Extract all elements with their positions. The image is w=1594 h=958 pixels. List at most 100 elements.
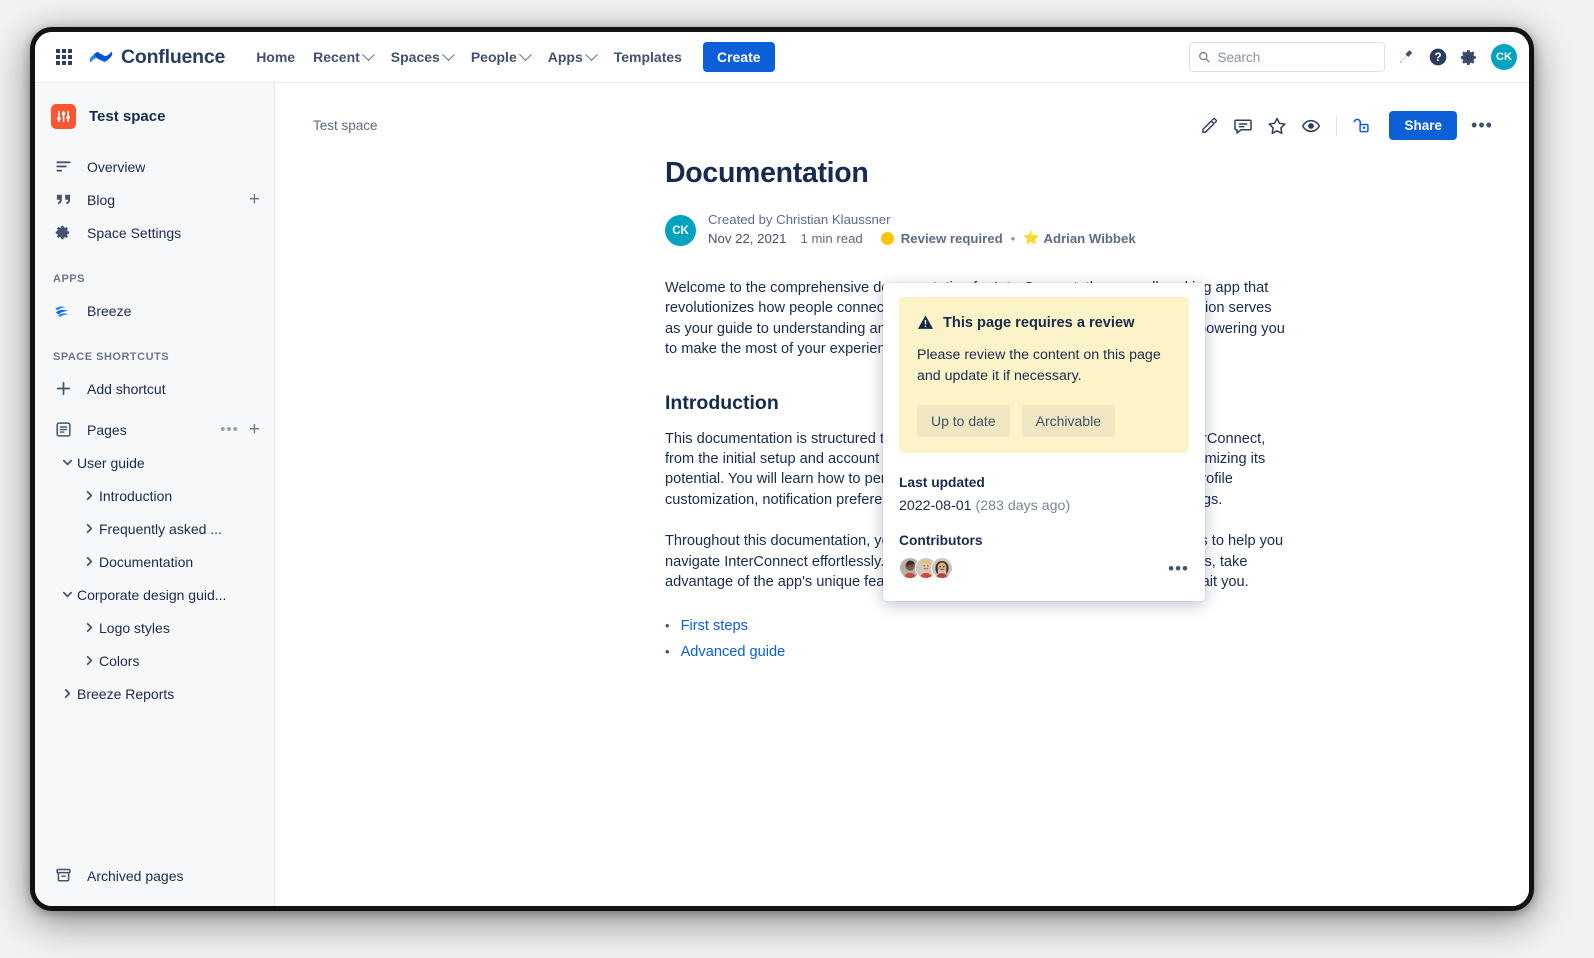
link-advanced-guide[interactable]: Advanced guide <box>681 639 786 665</box>
overview-icon <box>53 158 73 175</box>
nav-item-templates[interactable]: Templates <box>605 43 691 71</box>
sidebar-item-label: Pages <box>87 421 127 438</box>
notifications-icon[interactable] <box>1397 48 1416 67</box>
add-page-icon[interactable]: + <box>249 420 260 439</box>
top-navigation-right-group: ? CK <box>1189 42 1517 72</box>
sidebar-section-space-shortcuts: SPACE SHORTCUTS <box>53 351 170 363</box>
edit-pencil-icon[interactable] <box>1194 111 1224 141</box>
search-input[interactable] <box>1217 49 1376 65</box>
nav-item-apps[interactable]: Apps <box>539 43 605 71</box>
chevron-down-icon <box>518 47 532 61</box>
sidebar-item-label: Add shortcut <box>87 380 166 397</box>
chevron-down-icon <box>584 47 598 61</box>
pages-document-icon <box>53 421 73 438</box>
link-first-steps[interactable]: First steps <box>681 613 748 639</box>
page-toolbar: Test space Share ••• <box>275 83 1529 145</box>
space-avatar-sliders-icon <box>51 104 76 129</box>
plus-icon <box>53 380 73 397</box>
review-banner-description: Please review the content on this page a… <box>917 347 1161 384</box>
tree-item-logo-styles[interactable]: Logo styles <box>35 611 274 644</box>
sidebar-item-label: Blog <box>87 191 116 208</box>
tree-item-label: Breeze Reports <box>77 685 175 702</box>
avatar[interactable]: CK <box>665 215 696 246</box>
sidebar-item-archived-pages[interactable]: Archived pages <box>35 859 274 892</box>
add-blog-icon[interactable]: + <box>249 190 260 209</box>
sidebar-blog-actions: + <box>249 190 260 209</box>
nav-item-home[interactable]: Home <box>247 43 304 71</box>
restrictions-lock-icon[interactable] <box>1347 111 1377 141</box>
last-updated-label: Last updated <box>899 475 985 490</box>
separator-dot: • <box>1010 230 1016 246</box>
up-to-date-button[interactable]: Up to date <box>917 405 1010 437</box>
page-content-area: Test space Share ••• Documentation CK Cr… <box>275 83 1529 906</box>
chevron-right-icon[interactable] <box>79 490 99 501</box>
chevron-down-icon <box>441 47 455 61</box>
page-byline: CK Created by Christian Klaussner Nov 22… <box>665 212 1499 246</box>
space-header[interactable]: Test space <box>35 100 274 129</box>
nav-label: Apps <box>547 49 583 65</box>
confluence-home-link[interactable]: Confluence <box>89 45 225 69</box>
tree-item-colors[interactable]: Colors <box>35 644 274 677</box>
archivable-button[interactable]: Archivable <box>1021 405 1115 437</box>
tree-item-breeze-reports[interactable]: Breeze Reports <box>35 677 274 710</box>
tree-item-frequently-asked[interactable]: Frequently asked ... <box>35 512 274 545</box>
device-frame: Confluence Home Recent Spaces People App… <box>30 27 1534 911</box>
nav-label: Templates <box>613 49 682 65</box>
review-required-banner: This page requires a review Please revie… <box>899 297 1189 453</box>
sidebar-item-breeze[interactable]: Breeze <box>35 294 274 327</box>
comment-icon[interactable] <box>1228 111 1258 141</box>
tree-item-documentation[interactable]: Documentation <box>35 545 274 578</box>
chevron-down-icon[interactable] <box>57 589 77 600</box>
star-icon[interactable] <box>1262 111 1292 141</box>
tree-item-user-guide[interactable]: User guide <box>35 446 274 479</box>
sidebar-item-blog[interactable]: Blog + <box>35 183 274 216</box>
list-item: First steps <box>665 613 1499 639</box>
review-banner-title-row: This page requires a review <box>917 314 1171 331</box>
tree-item-introduction[interactable]: Introduction <box>35 479 274 512</box>
breadcrumb[interactable]: Test space <box>313 118 378 133</box>
search-box[interactable] <box>1189 42 1385 72</box>
status-badge[interactable]: Review required <box>901 231 1003 246</box>
contributors-more-button[interactable]: ••• <box>1168 560 1189 577</box>
nav-item-people[interactable]: People <box>462 43 539 71</box>
grid-apps-icon <box>56 49 72 65</box>
tree-item-corporate-design-guidelines[interactable]: Corporate design guid... <box>35 578 274 611</box>
user-avatar[interactable]: CK <box>1491 44 1517 70</box>
chevron-down-icon[interactable] <box>57 457 77 468</box>
top-navigation-bar: Confluence Home Recent Spaces People App… <box>35 32 1529 83</box>
help-icon[interactable]: ? <box>1428 47 1448 67</box>
status-dot-icon <box>880 231 894 245</box>
nav-item-spaces[interactable]: Spaces <box>382 43 462 71</box>
chevron-right-icon[interactable] <box>79 523 99 534</box>
brand-name: Confluence <box>121 45 226 68</box>
search-icon <box>1199 51 1210 63</box>
sidebar-item-label: Overview <box>87 158 146 175</box>
watch-eye-icon[interactable] <box>1296 111 1326 141</box>
app-switcher-button[interactable] <box>49 42 79 72</box>
chevron-right-icon[interactable] <box>79 622 99 633</box>
tree-item-label: Logo styles <box>99 619 170 636</box>
chevron-right-icon[interactable] <box>79 655 99 666</box>
nav-item-recent[interactable]: Recent <box>304 43 382 71</box>
sidebar-item-overview[interactable]: Overview <box>35 150 274 183</box>
archive-box-icon <box>53 867 73 884</box>
settings-gear-icon[interactable] <box>1460 48 1479 67</box>
chevron-right-icon[interactable] <box>57 688 77 699</box>
sidebar-item-space-settings[interactable]: Space Settings <box>35 216 274 249</box>
toolbar-divider <box>1336 115 1338 136</box>
nav-label: People <box>470 49 517 65</box>
space-sidebar: Test space Overview Blog + Space Setting… <box>35 83 275 906</box>
chevron-down-icon <box>361 47 375 61</box>
reviewer-name[interactable]: Adrian Wibbek <box>1043 231 1135 246</box>
sidebar-add-shortcut[interactable]: Add shortcut <box>35 372 274 405</box>
chevron-right-icon[interactable] <box>79 556 99 567</box>
avatar[interactable] <box>931 557 953 579</box>
review-banner-title-text: This page requires a review <box>943 314 1135 331</box>
create-button[interactable]: Create <box>702 42 775 72</box>
pages-more-icon[interactable]: ••• <box>220 422 239 437</box>
sidebar-item-pages[interactable]: Pages ••• + <box>35 413 274 446</box>
last-updated-date: 2022-08-01 <box>899 498 972 514</box>
page-more-actions-button[interactable]: ••• <box>1467 111 1497 141</box>
share-button[interactable]: Share <box>1389 111 1457 140</box>
created-by-label: Created by Christian Klaussner <box>708 212 891 227</box>
